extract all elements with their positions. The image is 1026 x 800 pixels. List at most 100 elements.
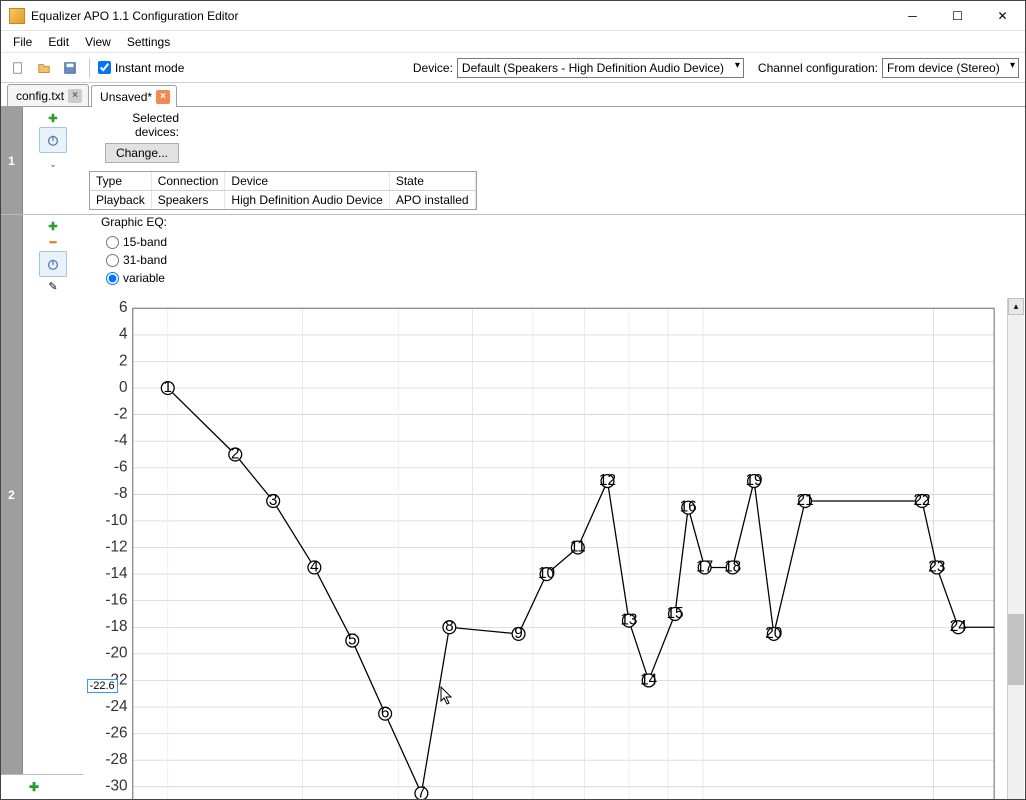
svg-text:-4: -4 xyxy=(114,432,128,449)
svg-text:-26: -26 xyxy=(105,724,127,741)
change-button[interactable]: Change... xyxy=(105,143,179,163)
svg-text:18: 18 xyxy=(724,558,741,575)
svg-text:-10: -10 xyxy=(105,512,127,529)
selected-devices-label: Selected devices: xyxy=(89,111,179,139)
svg-text:2: 2 xyxy=(231,445,240,462)
tab-label: Unsaved* xyxy=(100,90,152,104)
row-controls: ✚ ⌄ xyxy=(23,107,83,214)
svg-text:24: 24 xyxy=(950,618,968,635)
scroll-up-icon[interactable]: ▴ xyxy=(1008,298,1024,315)
instant-mode-checkbox[interactable]: Instant mode xyxy=(98,61,184,75)
svg-text:-24: -24 xyxy=(105,698,128,715)
svg-text:12: 12 xyxy=(599,472,616,489)
svg-text:-2: -2 xyxy=(114,405,128,422)
tab-close-icon[interactable]: × xyxy=(68,89,82,103)
menubar: File Edit View Settings xyxy=(1,31,1025,53)
row-number: 1 xyxy=(1,107,23,214)
menu-edit[interactable]: Edit xyxy=(40,33,77,51)
filter-row-1: 1 ✚ ⌄ Selected devices: Change... Type C… xyxy=(1,107,1025,215)
svg-text:16: 16 xyxy=(680,498,697,515)
titlebar: Equalizer APO 1.1 Configuration Editor ─… xyxy=(1,1,1025,31)
close-button[interactable]: ✕ xyxy=(980,1,1025,30)
tab-config[interactable]: config.txt × xyxy=(7,84,89,106)
col-device: Device xyxy=(225,172,389,191)
col-state: State xyxy=(389,172,475,191)
svg-text:8: 8 xyxy=(445,618,454,635)
tab-close-icon[interactable]: × xyxy=(156,90,170,104)
svg-text:23: 23 xyxy=(928,558,945,575)
svg-text:11: 11 xyxy=(570,538,586,555)
power-button[interactable] xyxy=(39,127,67,153)
chanconf-label: Channel configuration: xyxy=(758,61,878,75)
svg-text:-14: -14 xyxy=(105,565,128,582)
save-file-button[interactable] xyxy=(59,57,81,79)
svg-text:0: 0 xyxy=(119,379,128,396)
y-value-edit[interactable]: -22.6 xyxy=(87,679,118,693)
col-type: Type xyxy=(90,172,151,191)
graphic-eq-label: Graphic EQ: xyxy=(101,215,167,229)
svg-text:10: 10 xyxy=(538,565,555,582)
svg-text:-28: -28 xyxy=(105,751,127,768)
instant-mode-label: Instant mode xyxy=(115,61,184,75)
menu-view[interactable]: View xyxy=(77,33,119,51)
svg-text:21: 21 xyxy=(797,492,814,509)
svg-text:5: 5 xyxy=(348,631,357,648)
device-select[interactable]: Default (Speakers - High Definition Audi… xyxy=(457,58,744,78)
filter-row-2: 2 ✚ ━ ✎ Graphic EQ: 15-band 31-band vari… xyxy=(1,215,1025,775)
svg-text:2: 2 xyxy=(119,352,128,369)
variable-radio[interactable]: variable xyxy=(106,271,167,285)
svg-text:-18: -18 xyxy=(105,618,127,635)
svg-text:4: 4 xyxy=(310,558,319,575)
svg-text:19: 19 xyxy=(746,472,763,489)
band15-radio[interactable]: 15-band xyxy=(106,235,167,249)
band31-radio[interactable]: 31-band xyxy=(106,253,167,267)
tab-label: config.txt xyxy=(16,89,64,103)
add-row-icon[interactable]: ✚ xyxy=(29,780,39,794)
remove-icon[interactable]: ━ xyxy=(46,235,60,249)
col-connection: Connection xyxy=(151,172,225,191)
device-label: Device: xyxy=(413,61,453,75)
svg-text:6: 6 xyxy=(381,704,390,721)
chanconf-select[interactable]: From device (Stereo) xyxy=(882,58,1019,78)
scroll-thumb[interactable] xyxy=(1008,614,1024,686)
open-file-button[interactable] xyxy=(33,57,55,79)
add-icon[interactable]: ✚ xyxy=(46,219,60,233)
add-icon[interactable]: ✚ xyxy=(46,111,60,125)
vertical-scrollbar[interactable]: ▴ ▾ xyxy=(1007,298,1024,799)
new-file-button[interactable] xyxy=(7,57,29,79)
svg-text:17: 17 xyxy=(696,558,713,575)
menu-settings[interactable]: Settings xyxy=(119,33,178,51)
svg-text:14: 14 xyxy=(640,671,658,688)
svg-text:20: 20 xyxy=(765,625,782,642)
menu-file[interactable]: File xyxy=(5,33,40,51)
eq-chart[interactable]: -38-36-34-32-30-28-26-24-22-20-18-16-14-… xyxy=(83,297,1025,799)
row-number: 2 xyxy=(1,215,23,774)
toolbar: Instant mode Device: Default (Speakers -… xyxy=(1,53,1025,83)
svg-text:-6: -6 xyxy=(114,459,128,476)
tabstrip: config.txt × Unsaved* × xyxy=(1,83,1025,107)
row-controls: ✚ ━ ✎ xyxy=(23,215,83,774)
svg-text:15: 15 xyxy=(666,605,683,622)
svg-text:1: 1 xyxy=(163,379,172,396)
svg-text:-16: -16 xyxy=(105,592,127,609)
svg-text:6: 6 xyxy=(119,299,128,316)
app-icon xyxy=(9,8,25,24)
maximize-button[interactable]: ☐ xyxy=(935,1,980,30)
tab-unsaved[interactable]: Unsaved* × xyxy=(91,85,177,107)
toolbar-separator xyxy=(89,58,90,78)
svg-text:-30: -30 xyxy=(105,778,127,795)
window-title: Equalizer APO 1.1 Configuration Editor xyxy=(31,9,890,23)
instant-mode-input[interactable] xyxy=(98,61,111,74)
power-button[interactable] xyxy=(39,251,67,277)
device-row[interactable]: Playback Speakers High Definition Audio … xyxy=(90,191,475,210)
svg-text:22: 22 xyxy=(913,492,930,509)
svg-text:-20: -20 xyxy=(105,645,127,662)
svg-text:3: 3 xyxy=(269,492,278,509)
edit-icon[interactable]: ✎ xyxy=(46,279,60,293)
svg-text:4: 4 xyxy=(119,326,128,343)
svg-text:13: 13 xyxy=(620,611,637,628)
chevron-down-icon[interactable]: ⌄ xyxy=(49,159,57,170)
svg-text:9: 9 xyxy=(514,625,523,642)
svg-text:-12: -12 xyxy=(105,538,127,555)
minimize-button[interactable]: ─ xyxy=(890,1,935,30)
